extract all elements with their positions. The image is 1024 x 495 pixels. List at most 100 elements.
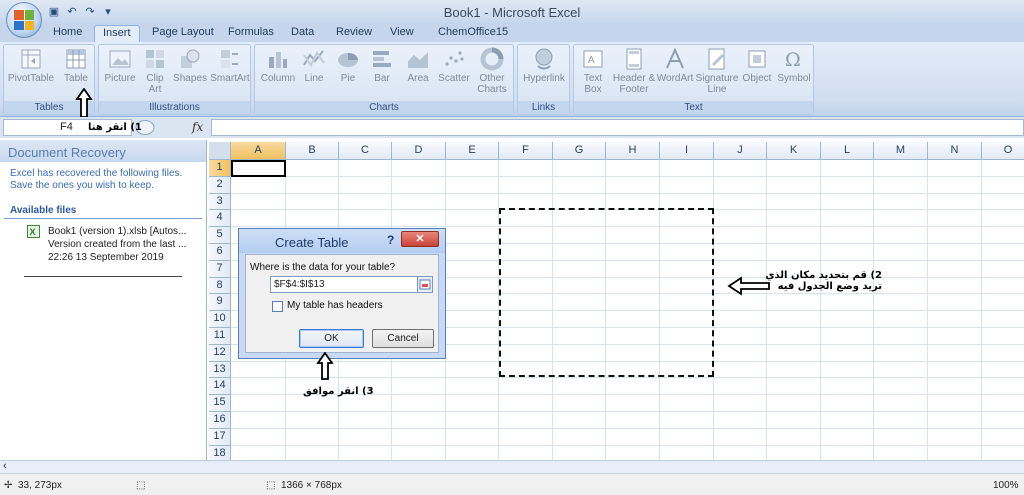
- bar-chart-button[interactable]: Bar: [367, 47, 397, 84]
- recovery-title: Document Recovery: [0, 140, 206, 162]
- gridline-horizontal: [231, 192, 1024, 194]
- row-header-11[interactable]: 11: [209, 328, 231, 345]
- gridline-horizontal: [231, 377, 1024, 379]
- selection-size-icon: ⬚: [136, 480, 146, 491]
- column-header-i[interactable]: I: [660, 142, 714, 160]
- close-icon[interactable]: ✕: [401, 231, 439, 247]
- help-icon[interactable]: ?: [387, 233, 394, 247]
- tab-home[interactable]: Home: [45, 25, 90, 42]
- tab-chemoffice[interactable]: ChemOffice15: [430, 25, 516, 42]
- column-header-a[interactable]: A: [231, 142, 286, 160]
- dialog-prompt: Where is the data for your table?: [250, 262, 396, 273]
- row-header-1[interactable]: 1: [209, 160, 231, 177]
- column-header-d[interactable]: D: [392, 142, 446, 160]
- dialog-titlebar[interactable]: Create Table ? ✕: [239, 229, 445, 253]
- available-files-heading: Available files: [10, 205, 77, 216]
- row-header-4[interactable]: 4: [209, 210, 231, 228]
- zoom-level: 100%: [993, 480, 1019, 491]
- up-arrow-annotation-3: [316, 352, 334, 380]
- row-header-8[interactable]: 8: [209, 277, 231, 295]
- wordart-button[interactable]: WordArt: [656, 47, 694, 84]
- column-header-h[interactable]: H: [606, 142, 660, 160]
- row-header-5[interactable]: 5: [209, 227, 231, 244]
- column-header-e[interactable]: E: [446, 142, 499, 160]
- row-header-15[interactable]: 15: [209, 395, 231, 412]
- collapse-dialog-button[interactable]: [417, 276, 433, 293]
- scatter-chart-button[interactable]: Scatter: [436, 47, 472, 84]
- line-chart-button[interactable]: Line: [299, 47, 329, 84]
- row-header-14[interactable]: 14: [209, 378, 231, 396]
- window-title: Book1 - Microsoft Excel: [443, 5, 581, 20]
- column-chart-button[interactable]: Column: [259, 47, 297, 84]
- annotation-step-2-line1: 2) قم بتحديد مكان الذي: [765, 270, 882, 281]
- row-header-17[interactable]: 17: [209, 428, 231, 446]
- header-footer-button[interactable]: Header & Footer: [612, 47, 656, 95]
- hyperlink-button[interactable]: Hyperlink: [520, 47, 568, 84]
- available-divider: [4, 218, 202, 219]
- headers-checkbox[interactable]: [272, 301, 283, 312]
- picture-button[interactable]: Picture: [102, 47, 138, 84]
- select-all-corner[interactable]: [209, 142, 231, 160]
- table-button[interactable]: Table: [60, 47, 92, 84]
- shapes-button[interactable]: Shapes: [172, 47, 208, 84]
- area-chart-button[interactable]: Area: [403, 47, 433, 84]
- scroll-left-icon[interactable]: ‹: [3, 460, 7, 472]
- column-header-n[interactable]: N: [928, 142, 982, 160]
- excel-file-icon: X: [27, 225, 40, 238]
- tab-page-layout[interactable]: Page Layout: [144, 25, 222, 42]
- row-header-9[interactable]: 9: [209, 294, 231, 312]
- other-charts-button[interactable]: Other Charts: [474, 47, 510, 95]
- office-button[interactable]: [6, 2, 42, 38]
- smartart-button[interactable]: SmartArt: [210, 47, 250, 84]
- object-button[interactable]: Object: [740, 47, 774, 84]
- picture-icon: [109, 50, 131, 68]
- pivottable-icon: [21, 49, 41, 69]
- column-header-g[interactable]: G: [553, 142, 606, 160]
- textbox-button[interactable]: A Text Box: [577, 47, 609, 95]
- column-header-m[interactable]: M: [874, 142, 928, 160]
- signature-line-button[interactable]: Signature Line: [695, 47, 739, 95]
- row-header-6[interactable]: 6: [209, 244, 231, 261]
- tab-insert[interactable]: Insert: [94, 25, 140, 42]
- ok-button[interactable]: OK: [299, 329, 364, 348]
- cancel-button[interactable]: Cancel: [372, 329, 434, 348]
- dialog-title: Create Table: [275, 235, 349, 250]
- range-input[interactable]: $F$4:$I$13: [270, 276, 418, 293]
- formula-input[interactable]: [211, 119, 1024, 136]
- column-header-b[interactable]: B: [286, 142, 339, 160]
- pie-chart-button[interactable]: Pie: [333, 47, 363, 84]
- object-icon: [748, 50, 766, 68]
- row-header-10[interactable]: 10: [209, 311, 231, 328]
- column-header-j[interactable]: J: [714, 142, 767, 160]
- gridline-horizontal: [231, 427, 1024, 429]
- status-bar: ✢ 33, 273px ⬚ ⬚ 1366 × 768px 100%: [0, 473, 1024, 495]
- active-cell[interactable]: [231, 160, 286, 177]
- column-chart-icon: [269, 52, 287, 68]
- column-header-l[interactable]: L: [821, 142, 874, 160]
- tab-formulas[interactable]: Formulas: [220, 25, 282, 42]
- screen-dimensions: 1366 × 768px: [281, 480, 342, 491]
- row-header-2[interactable]: 2: [209, 176, 231, 194]
- cursor-position: 33, 273px: [18, 480, 62, 491]
- svg-text:X: X: [30, 227, 36, 237]
- row-header-13[interactable]: 13: [209, 361, 231, 379]
- row-header-7[interactable]: 7: [209, 260, 231, 278]
- row-header-3[interactable]: 3: [209, 193, 231, 211]
- pivottable-button[interactable]: PivotTable: [7, 47, 55, 84]
- column-header-o[interactable]: O: [982, 142, 1024, 160]
- tab-review[interactable]: Review: [328, 25, 380, 42]
- clipart-button[interactable]: Clip Art: [141, 47, 169, 95]
- tab-data[interactable]: Data: [283, 25, 322, 42]
- symbol-button[interactable]: Ω Symbol: [775, 47, 813, 84]
- svg-text:Ω: Ω: [785, 49, 801, 71]
- tab-view[interactable]: View: [382, 25, 422, 42]
- horizontal-scrollbar[interactable]: ‹: [0, 460, 1024, 473]
- column-header-c[interactable]: C: [339, 142, 392, 160]
- row-header-12[interactable]: 12: [209, 344, 231, 362]
- column-header-f[interactable]: F: [499, 142, 553, 160]
- fx-icon[interactable]: fx: [192, 120, 203, 134]
- row-header-16[interactable]: 16: [209, 412, 231, 429]
- column-header-k[interactable]: K: [767, 142, 821, 160]
- header-footer-icon: [626, 48, 642, 70]
- recovered-file-item[interactable]: Book1 (version 1).xlsb [Autos... Version…: [48, 225, 186, 264]
